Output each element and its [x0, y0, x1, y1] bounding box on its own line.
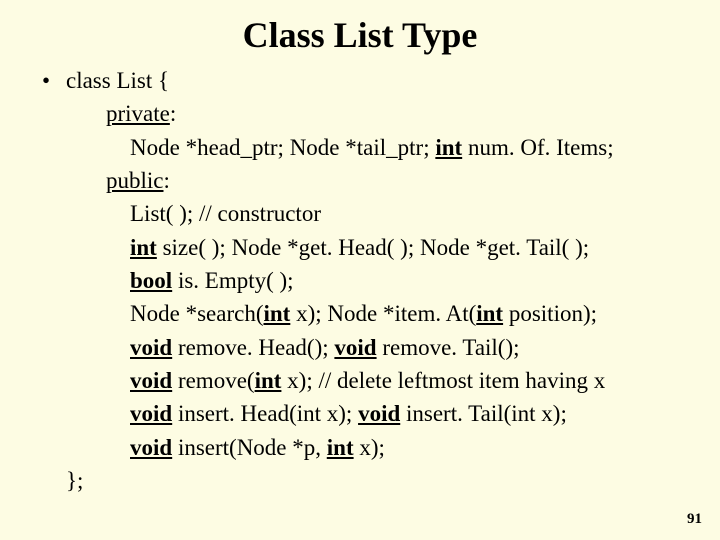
remove-post: x); // delete leftmost item having x — [281, 368, 605, 393]
slide: Class List Type • class List { private: … — [0, 0, 720, 540]
x1: x); — [290, 301, 321, 326]
insert-pre: insert(Node *p, — [172, 435, 327, 460]
x2: x); — [354, 435, 385, 460]
node3: Node — [232, 235, 282, 260]
node5: Node — [130, 301, 180, 326]
kw-bool: bool — [130, 268, 172, 293]
gettail: *get. Tail( ); — [470, 235, 589, 260]
colon: : — [170, 101, 176, 126]
node6: Node — [327, 301, 377, 326]
numof: num. Of. Items; — [462, 135, 613, 160]
colon2: : — [164, 168, 170, 193]
kw-void5: void — [358, 401, 400, 426]
size-line: int size( ); Node *get. Head( ); Node *g… — [42, 231, 700, 264]
remove-line: void remove(int x); // delete leftmost i… — [42, 364, 700, 397]
page-number: 91 — [687, 511, 702, 528]
remove-pre: remove( — [172, 368, 254, 393]
slide-body: • class List { private: Node *head_ptr; … — [0, 64, 720, 497]
kw-int6: int — [327, 435, 354, 460]
node4: Node — [420, 235, 470, 260]
kw-private: private — [106, 101, 170, 126]
itemat-pre: *item. At( — [377, 301, 476, 326]
kw-int4: int — [476, 301, 503, 326]
kw-void6: void — [130, 435, 172, 460]
kw-int: int — [435, 135, 462, 160]
search: *search( — [180, 301, 264, 326]
kw-public: public — [106, 168, 164, 193]
kw-void4: void — [130, 401, 172, 426]
slide-title: Class List Type — [0, 0, 720, 64]
size: size( ); — [157, 235, 232, 260]
node1: Node — [130, 135, 180, 160]
kw-int5: int — [255, 368, 282, 393]
kw-int2: int — [130, 235, 157, 260]
kw-void1: void — [130, 335, 172, 360]
search-line: Node *search(int x); Node *item. At(int … — [42, 297, 700, 330]
members-line: Node *head_ptr; Node *tail_ptr; int num.… — [42, 131, 700, 164]
public-line: public: — [42, 164, 700, 197]
node2: Node — [290, 135, 340, 160]
ctor-line: List( ); // constructor — [42, 197, 700, 230]
gethead: *get. Head( ); — [281, 235, 420, 260]
removehead-line: void remove. Head(); void remove. Tail()… — [42, 331, 700, 364]
itemat-post: position); — [503, 301, 597, 326]
bullet-icon: • — [42, 64, 66, 97]
tailptr: *tail_ptr; — [340, 135, 436, 160]
inserthead-line: void insert. Head(int x); void insert. T… — [42, 397, 700, 430]
inserttail: insert. Tail(int x); — [400, 401, 567, 426]
close-brace: }; — [42, 464, 700, 497]
isempty-line: bool is. Empty( ); — [42, 264, 700, 297]
bullet-line: • class List { — [42, 64, 700, 97]
removehead: remove. Head(); — [172, 335, 328, 360]
inserthead: insert. Head(int x); — [172, 401, 352, 426]
headptr: *head_ptr; — [180, 135, 290, 160]
kw-void2: void — [334, 335, 376, 360]
removetail: remove. Tail(); — [377, 335, 520, 360]
kw-int3: int — [263, 301, 290, 326]
kw-void3: void — [130, 368, 172, 393]
private-line: private: — [42, 97, 700, 130]
isempty: is. Empty( ); — [172, 268, 293, 293]
class-decl: class List { — [66, 64, 169, 97]
insert-line: void insert(Node *p, int x); — [42, 431, 700, 464]
